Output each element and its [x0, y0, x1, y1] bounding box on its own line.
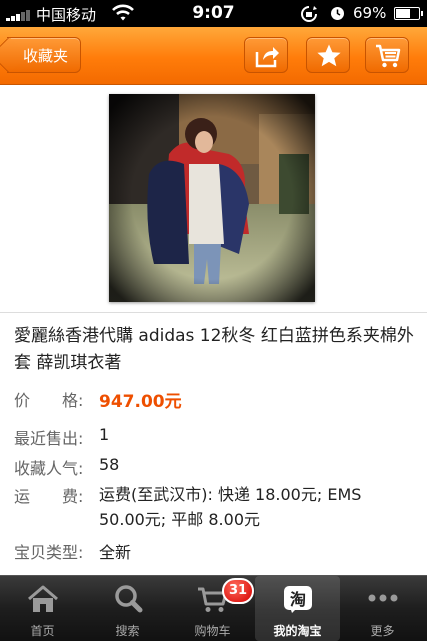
more-icon [368, 594, 398, 602]
type-row: 宝贝类型: 全新 [14, 539, 414, 563]
tab-home[interactable]: 首页 [0, 576, 85, 641]
shipping-label: 运 费: [14, 487, 84, 506]
star-icon [317, 44, 341, 67]
battery-icon [394, 7, 423, 20]
home-icon [28, 585, 58, 612]
product-title: 愛麗絲香港代購 adidas 12秋冬 红白蓝拼色系夹棉外套 薛凯琪衣著 [14, 326, 414, 373]
cart-count-badge: 31 [222, 578, 254, 604]
tab-search[interactable]: 搜索 [85, 576, 170, 641]
tab-my-taobao[interactable]: 淘 我的淘宝 [255, 576, 340, 641]
share-button[interactable] [244, 37, 288, 73]
separator [0, 312, 427, 313]
taobao-icon-glyph: 淘 [290, 590, 306, 609]
tab-more-label: 更多 [370, 624, 395, 638]
battery-percent: 69% [353, 4, 387, 22]
alarm-icon [331, 7, 344, 20]
cart-icon [376, 44, 401, 68]
product-photo[interactable] [109, 94, 315, 302]
rotation-lock-icon [301, 6, 317, 22]
back-button[interactable]: 收藏夹 [0, 36, 81, 74]
price-value: 947.00元 [99, 392, 182, 412]
tab-home-label: 首页 [30, 624, 55, 638]
tab-cart-label: 购物车 [194, 624, 231, 638]
recent-sold-row: 最近售出: 1 [14, 425, 414, 449]
tab-bar: 首页 搜索 购物车 31 淘 我的淘宝 更多 [0, 575, 427, 641]
shipping-row: 运 费: 运费(至武汉市): 快递 18.00元; EMS 50.00元; 平邮… [14, 483, 414, 535]
tab-search-label: 搜索 [115, 624, 140, 638]
favorite-button[interactable] [306, 37, 350, 73]
product-image [109, 94, 315, 302]
taobao-icon: 淘 [284, 586, 312, 613]
favorites-row: 收藏人气: 58 [14, 455, 414, 479]
price-row: 价 格: 947.00元 [14, 387, 414, 412]
type-value: 全新 [99, 543, 132, 562]
nav-bar: 收藏夹 [0, 27, 427, 85]
tab-more[interactable]: 更多 [340, 576, 425, 641]
cart-button[interactable] [365, 37, 409, 73]
product-detail: 愛麗絲香港代購 adidas 12秋冬 红白蓝拼色系夹棉外套 薛凯琪衣著 价 格… [0, 85, 427, 575]
status-bar: 中国移动 9:07 69% [0, 0, 427, 27]
tab-my-taobao-label: 我的淘宝 [273, 624, 322, 638]
recent-sold-value: 1 [99, 425, 110, 444]
share-icon [255, 47, 279, 68]
price-label: 价 格: [14, 391, 84, 410]
favorites-value: 58 [99, 455, 120, 474]
shipping-value: 运费(至武汉市): 快递 18.00元; EMS 50.00元; 平邮 8.00… [99, 485, 362, 529]
recent-sold-label: 最近售出: [14, 429, 84, 448]
type-label: 宝贝类型: [14, 543, 84, 562]
favorites-label: 收藏人气: [14, 459, 84, 478]
search-icon [115, 585, 143, 613]
back-button-label: 收藏夹 [23, 47, 69, 65]
